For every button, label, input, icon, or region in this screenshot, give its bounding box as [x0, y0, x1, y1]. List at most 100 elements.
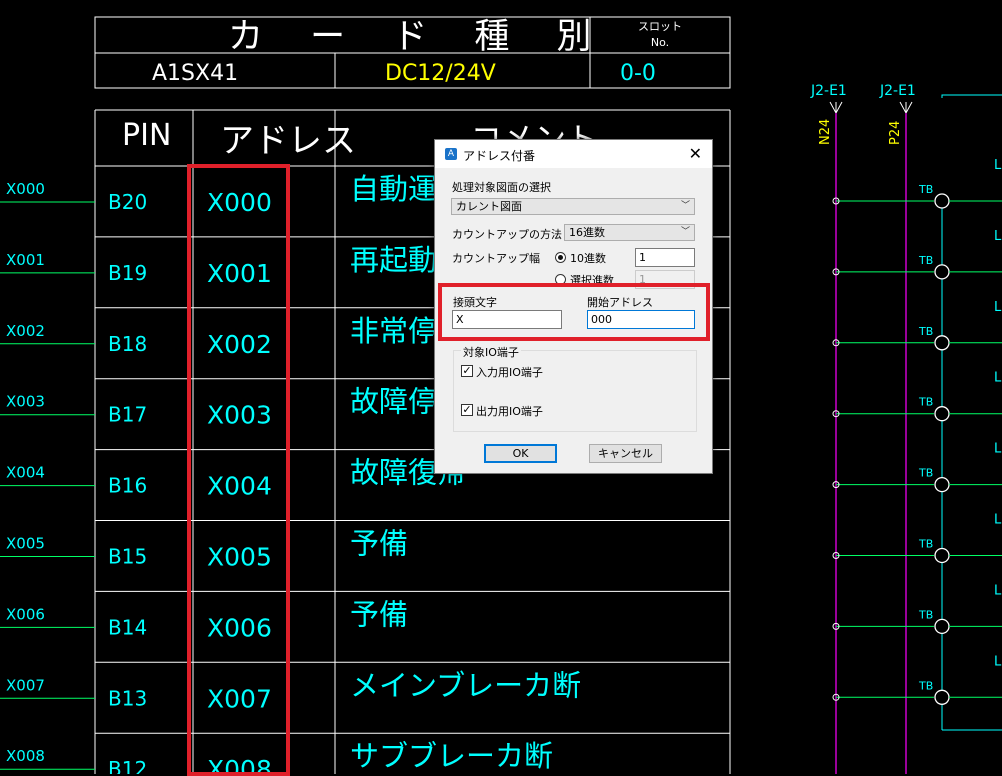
rung-label: L [994, 300, 1002, 315]
radio-selected-base[interactable] [555, 274, 566, 285]
terminal-circle [934, 335, 950, 351]
close-icon[interactable]: ✕ [689, 144, 702, 163]
rung-label: L [994, 513, 1002, 528]
pin-cell: B20 [108, 190, 147, 214]
dialog-titlebar[interactable]: A アドレス付番 ✕ [435, 140, 712, 168]
comment-cell: 非常停 [350, 314, 437, 348]
input-io-checkbox[interactable]: ✓ [461, 365, 473, 377]
comment-cell: 予備 [350, 527, 408, 561]
terminal-row: TB L [832, 442, 1002, 493]
pin-cell: B17 [108, 403, 147, 427]
rung-label: L [994, 583, 1002, 598]
pin-cell: B13 [108, 686, 147, 710]
output-io-label: 出力用IO端子 [476, 405, 543, 418]
start-address-input[interactable]: 000 [587, 310, 695, 329]
address-cell: X005 [207, 543, 272, 572]
rung-label: L [994, 158, 1002, 173]
left-signal-lines: X000 X001 X002 X003 X004 X005 X006 X007 X008 [0, 180, 95, 770]
card-model: A1SX41 [152, 61, 238, 86]
rung-label: L [994, 229, 1002, 244]
ok-button[interactable]: OK [484, 444, 557, 463]
pin-cell: B16 [108, 474, 147, 498]
terminal-label: TB [918, 183, 933, 196]
terminal-row: TB L [832, 583, 1002, 635]
table-row: B14 X006 予備 [95, 597, 730, 663]
terminal-row: TB L [832, 371, 1002, 422]
terminal-row: TB L [832, 654, 1002, 705]
terminal-label: TB [918, 608, 933, 621]
target-drawing-label: 処理対象図面の選択 [452, 181, 551, 194]
input-io-label: 入力用IO端子 [476, 366, 543, 379]
comment-cell: メインブレーカ断 [350, 668, 581, 702]
terminal-label: TB [918, 538, 933, 551]
terminal-circle [934, 689, 950, 705]
card-type-label: カ ー ド 種 別 [228, 17, 610, 57]
prefix-input[interactable]: X [452, 310, 562, 329]
target-drawing-value: カレント図面 [456, 200, 522, 213]
countup-method-label: カウントアップの方法 [452, 228, 562, 241]
terminal-row: TB L [832, 513, 1002, 564]
pin-cell: B15 [108, 545, 147, 569]
terminal-label: TB [918, 254, 933, 267]
address-cell: X007 [207, 684, 272, 713]
terminal-circle [934, 547, 950, 564]
pin-cell: B14 [108, 615, 147, 639]
terminal-circle [934, 193, 950, 209]
radio-decimal[interactable] [555, 252, 566, 263]
net-label-2: J2-E1 [879, 83, 916, 99]
countup-method-select[interactable]: 16進数 ﹀ [564, 224, 695, 241]
selected-base-input[interactable]: 1 [635, 270, 695, 289]
app-icon: A [445, 148, 457, 160]
terminal-row: TB L [832, 300, 1002, 351]
prefix-label: 接頭文字 [453, 296, 497, 309]
terminal-label: TB [918, 325, 933, 338]
terminal-circle [934, 618, 950, 635]
terminal-row: TB L [832, 158, 1002, 209]
slot-label: スロット [638, 20, 682, 33]
dialog-title: アドレス付番 [463, 149, 536, 163]
terminal-label: TB [918, 396, 933, 409]
comment-cell: 予備 [350, 597, 408, 631]
dialog-body: 処理対象図面の選択 カレント図面 ﹀ カウントアップの方法 16進数 ﹀ カウン… [435, 168, 712, 473]
cancel-button[interactable]: キャンセル [589, 444, 662, 463]
net-arrow-1 [829, 101, 843, 115]
frame-line [941, 94, 1002, 98]
output-io-checkbox[interactable]: ✓ [461, 404, 473, 416]
target-drawing-select[interactable]: カレント図面 ﹀ [451, 198, 695, 215]
slot-no-label: No. [651, 36, 669, 49]
address-numbering-dialog: A アドレス付番 ✕ 処理対象図面の選択 カレント図面 ﹀ カウントアップの方法… [434, 139, 713, 474]
decimal-step-input[interactable]: 1 [635, 248, 695, 267]
comment-cell: 自動運 [350, 172, 437, 206]
comment-cell: 故障停 [350, 385, 437, 419]
address-cell: X004 [207, 472, 272, 501]
card-type-header: カ ー ド 種 別 スロット No. A1SX41 DC12/24V 0-0 [94, 16, 731, 89]
signal-label: X004 [6, 464, 45, 482]
signal-label: X003 [6, 393, 45, 411]
start-address-label: 開始アドレス [587, 296, 653, 309]
io-group-label: 対象IO端子 [461, 344, 521, 360]
pin-cell: B18 [108, 332, 147, 356]
terminal-label: TB [918, 679, 933, 692]
signal-label: X002 [6, 322, 45, 340]
table-row: B15 X005 予備 [95, 527, 730, 592]
signal-label: X005 [6, 535, 45, 553]
pin-cell: B19 [108, 261, 147, 285]
signal-label: X008 [6, 747, 45, 765]
net-label-1: J2-E1 [810, 83, 847, 99]
rail-label-n24: N24 [818, 119, 833, 145]
address-cell: X008 [207, 755, 272, 774]
radio-selected-label: 選択進数 [570, 274, 614, 287]
col-header-address: アドレス [220, 121, 356, 161]
terminal-label: TB [918, 467, 933, 480]
slot-number: 0-0 [620, 61, 656, 86]
radio-decimal-label: 10進数 [570, 252, 606, 265]
table-row: B13 X007 メインブレーカ断 [95, 668, 730, 734]
table-row: B12 X008 サブブレーカ断 [108, 739, 553, 774]
comment-cell: 再起動 [350, 243, 437, 277]
rung-label: L [994, 371, 1002, 386]
address-cell: X000 [207, 188, 272, 217]
countup-width-label: カウントアップ幅 [452, 252, 540, 265]
pin-cell: B12 [108, 757, 147, 774]
address-cell: X006 [207, 613, 272, 642]
rung-label: L [994, 654, 1002, 669]
